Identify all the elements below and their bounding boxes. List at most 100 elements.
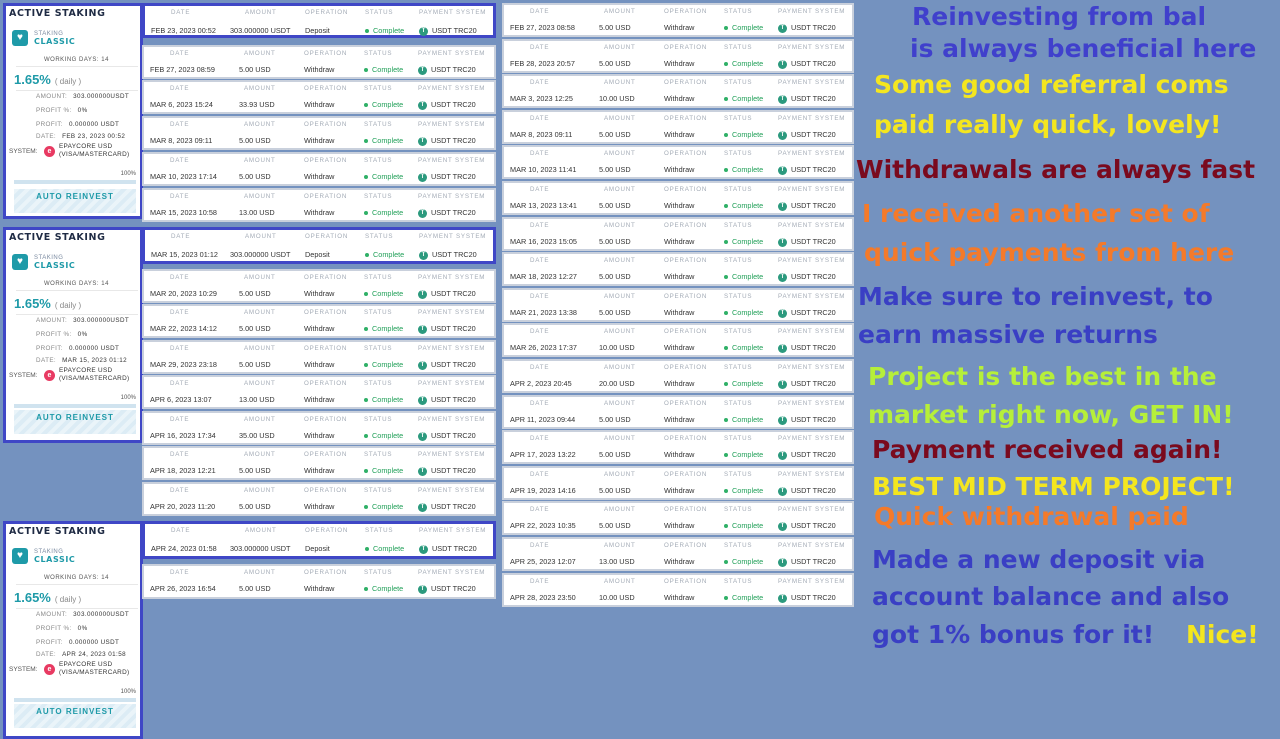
tx-operation: Withdraw <box>304 172 335 181</box>
status-dot-icon <box>364 175 368 180</box>
auto-reinvest-button[interactable]: AUTO REINVEST <box>14 189 136 213</box>
tx-payment-system: T USDT TRC20 <box>418 136 476 146</box>
tx-operation: Withdraw <box>664 557 695 566</box>
header-status: STATUS <box>364 193 393 200</box>
tx-amount: 10.00 USD <box>599 593 635 602</box>
header-payment-system: PAYMENT SYSTEM <box>418 487 486 494</box>
header-operation: OPERATION <box>664 186 708 193</box>
payment-system-text: USDT TRC20 <box>431 431 476 440</box>
status-dot-icon <box>724 346 728 351</box>
promo-message: Project is the best in the <box>868 362 1217 391</box>
header-status: STATUS <box>364 309 393 316</box>
tether-icon: T <box>778 94 787 104</box>
tx-payment-system: T USDT TRC20 <box>418 502 476 512</box>
header-operation: OPERATION <box>304 309 348 316</box>
status-dot-icon <box>724 311 728 316</box>
tx-status: Complete <box>364 584 403 593</box>
transaction-row: DATE AMOUNT OPERATION STATUS PAYMENT SYSTEM A… <box>502 359 854 393</box>
promo-message: is always beneficial here <box>910 34 1257 63</box>
status-text: Complete <box>732 165 764 174</box>
tether-icon: T <box>418 100 427 110</box>
payment-system-text: USDT TRC20 <box>791 201 836 210</box>
header-date: DATE <box>170 121 190 128</box>
transaction-row: DATE AMOUNT OPERATION STATUS PAYMENT SYSTEM A… <box>502 537 854 571</box>
header-payment-system: PAYMENT SYSTEM <box>778 44 846 51</box>
amount-row: AMOUNT: 303.000000USDT <box>36 93 130 100</box>
header-status: STATUS <box>724 115 753 122</box>
header-date: DATE <box>170 193 190 200</box>
header-amount: AMOUNT <box>244 380 276 387</box>
header-date: DATE <box>171 233 191 240</box>
header-date: DATE <box>530 115 550 122</box>
header-payment-system: PAYMENT SYSTEM <box>418 309 486 316</box>
tx-date: APR 28, 2023 23:50 <box>510 593 576 602</box>
tx-amount: 20.00 USD <box>599 379 635 388</box>
profit-row: PROFIT: 0.000000 USDT <box>36 121 120 128</box>
promo-message: I received another set of <box>862 199 1210 228</box>
header-date: DATE <box>170 345 190 352</box>
status-text: Complete <box>372 466 404 475</box>
tx-date: MAR 10, 2023 11:41 <box>510 165 577 174</box>
tx-amount: 35.00 USD <box>239 431 275 440</box>
header-operation: OPERATION <box>304 193 348 200</box>
tx-status: Complete <box>365 544 404 553</box>
transaction-row: DATE AMOUNT OPERATION STATUS PAYMENT SYSTEM M… <box>502 288 854 322</box>
promo-message: Reinvesting from bal <box>912 2 1207 31</box>
payment-system-text: USDT TRC20 <box>431 502 476 511</box>
tx-date: APR 6, 2023 13:07 <box>150 395 212 404</box>
progress-bar <box>14 698 136 702</box>
tether-icon: T <box>778 379 787 389</box>
header-status: STATUS <box>724 400 753 407</box>
payment-system-text: USDT TRC20 <box>791 130 836 139</box>
progress-bar <box>14 404 136 408</box>
header-date: DATE <box>530 222 550 229</box>
tx-date: APR 26, 2023 16:54 <box>150 584 216 593</box>
transaction-row: DATE AMOUNT OPERATION STATUS PAYMENT SYSTEM A… <box>142 521 496 559</box>
status-text: Complete <box>732 94 764 103</box>
tx-operation: Withdraw <box>664 237 695 246</box>
header-operation: OPERATION <box>305 527 349 534</box>
header-amount: AMOUNT <box>244 193 276 200</box>
transaction-row: DATE AMOUNT OPERATION STATUS PAYMENT SYSTEM M… <box>502 323 854 357</box>
header-operation: OPERATION <box>305 233 349 240</box>
payment-system-text: USDT TRC20 <box>431 324 476 333</box>
payment-system-text: USDT TRC20 <box>791 308 836 317</box>
header-status: STATUS <box>724 79 753 86</box>
transaction-row: DATE AMOUNT OPERATION STATUS PAYMENT SYSTEM A… <box>502 501 854 535</box>
status-text: Complete <box>732 486 764 495</box>
promo-message: Made a new deposit via <box>872 545 1206 574</box>
tx-status: Complete <box>365 250 404 259</box>
transaction-row: DATE AMOUNT OPERATION STATUS PAYMENT SYSTEM M… <box>142 304 496 338</box>
payment-system-text: USDT TRC20 <box>431 65 476 74</box>
working-days: WORKING DAYS: 14 <box>44 57 109 63</box>
tether-icon: T <box>778 593 787 603</box>
tx-amount: 5.00 USD <box>599 486 631 495</box>
tx-status: Complete <box>364 65 403 74</box>
header-status: STATUS <box>724 257 753 264</box>
tx-date: APR 22, 2023 10:35 <box>510 521 576 530</box>
tx-date: MAR 13, 2023 13:41 <box>510 201 577 210</box>
status-dot-icon <box>724 524 728 529</box>
header-operation: OPERATION <box>664 578 708 585</box>
header-operation: OPERATION <box>664 328 708 335</box>
transaction-row: DATE AMOUNT OPERATION STATUS PAYMENT SYSTEM M… <box>142 116 496 150</box>
tether-icon: T <box>778 237 787 247</box>
transaction-row: DATE AMOUNT OPERATION STATUS PAYMENT SYSTEM M… <box>142 188 496 222</box>
payment-system-text: USDT TRC20 <box>791 379 836 388</box>
tx-amount: 5.00 USD <box>599 130 631 139</box>
tx-payment-system: T USDT TRC20 <box>778 130 836 140</box>
status-dot-icon <box>364 398 368 403</box>
tx-operation: Withdraw <box>664 130 695 139</box>
tether-icon: T <box>418 172 427 182</box>
tether-icon: T <box>778 343 787 353</box>
status-dot-icon <box>724 489 728 494</box>
payment-system-text: USDT TRC20 <box>432 544 477 553</box>
plan-name: CLASSIC <box>34 36 76 46</box>
tx-date: MAR 8, 2023 09:11 <box>510 130 573 139</box>
auto-reinvest-button[interactable]: AUTO REINVEST <box>14 704 136 728</box>
header-amount: AMOUNT <box>604 186 636 193</box>
auto-reinvest-button[interactable]: AUTO REINVEST <box>14 410 136 434</box>
profit-row: PROFIT: 0.000000 USDT <box>36 639 120 646</box>
header-amount: AMOUNT <box>604 542 636 549</box>
tx-status: Complete <box>724 130 763 139</box>
